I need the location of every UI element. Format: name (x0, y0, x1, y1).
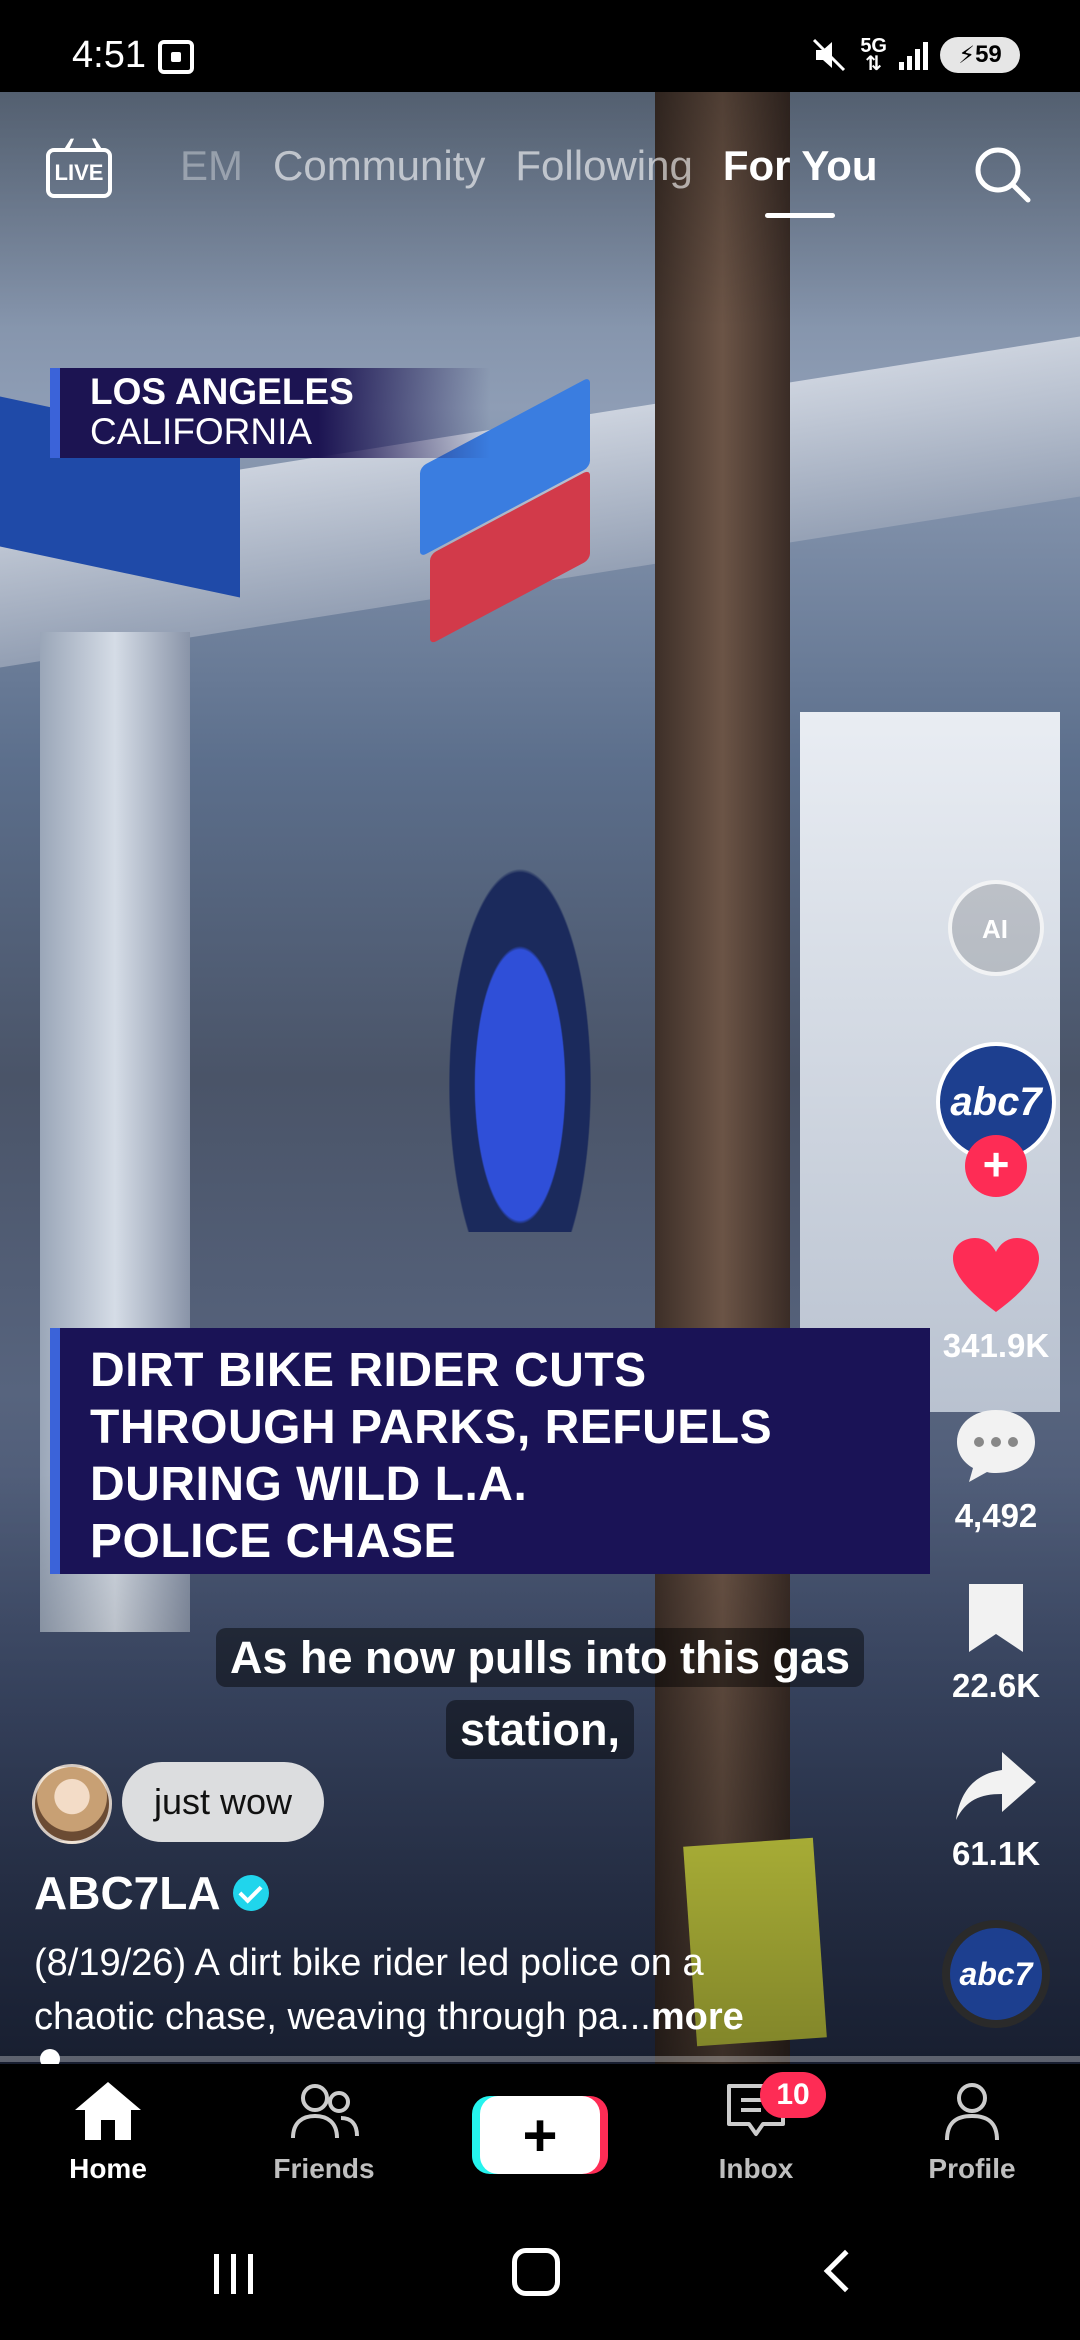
comment-count: 4,492 (954, 1497, 1038, 1534)
description-line-2: chaotic chase, weaving through pa... (34, 1996, 651, 2038)
like-button[interactable]: 341.9K (936, 1236, 1056, 1365)
search-icon[interactable] (970, 142, 1034, 206)
more-link[interactable]: more (651, 1996, 744, 2038)
inbox-badge: 10 (760, 2072, 826, 2118)
nav-friends-label: Friends (273, 2153, 375, 2184)
tab-em[interactable]: EM (180, 142, 243, 190)
signal-icon (899, 40, 928, 70)
comment-icon (957, 1410, 1035, 1482)
bottom-nav: Home Friends + Inbox Profile (0, 2064, 1080, 2204)
nav-home[interactable]: Home (33, 2080, 183, 2185)
tab-for-you[interactable]: For You (723, 142, 878, 218)
follow-plus-icon[interactable]: + (965, 1135, 1027, 1197)
comment-button[interactable]: 4,492 (936, 1406, 1056, 1535)
status-time: 4:51 (72, 34, 146, 76)
share-icon (956, 1752, 1036, 1820)
bookmark-icon (969, 1584, 1023, 1652)
headline-line: THROUGH PARKS, REFUELS (90, 1401, 773, 1454)
tab-following[interactable]: Following (515, 142, 692, 190)
nav-inbox-label: Inbox (718, 2153, 794, 2184)
headline-line: POLICE CHASE (90, 1515, 457, 1568)
comment-bubble[interactable]: just wow (122, 1762, 325, 1842)
nav-home-label: Home (69, 2153, 147, 2184)
save-button[interactable]: 22.6K (936, 1580, 1056, 1705)
status-bar: 4:51 5G ⇅ ⚡ 59 (0, 0, 1080, 92)
status-icons: 5G ⇅ ⚡ 59 (810, 36, 1020, 74)
mute-icon (813, 38, 846, 72)
share-count: 61.1K (951, 1835, 1041, 1872)
author-row[interactable]: ABC7LA (34, 1866, 269, 1920)
caption-line-1: As he now pulls into this gas (190, 1628, 890, 1687)
network-5g-icon: 5G ⇅ (860, 35, 887, 75)
video-description[interactable]: (8/19/26) A dirt bike rider led police o… (34, 1936, 854, 2044)
top-nav: LIVE EM Community Following For You (0, 92, 1080, 242)
location-lower-third: LOS ANGELES CALIFORNIA (50, 368, 490, 458)
ai-icon[interactable] (948, 880, 1044, 976)
video-progress-bar[interactable] (0, 2056, 1080, 2062)
feed-tabs: EM Community Following For You (180, 142, 878, 218)
system-home-icon[interactable] (512, 2248, 560, 2296)
nav-friends[interactable]: Friends (249, 2080, 399, 2185)
author-name[interactable]: ABC7LA (34, 1866, 221, 1920)
battery-icon: ⚡ 59 (940, 37, 1020, 73)
friends-icon (291, 2084, 359, 2139)
home-icon (75, 2082, 141, 2140)
description-line-1: (8/19/26) A dirt bike rider led police o… (34, 1942, 704, 1984)
headline-line: DURING WILD L.A. (90, 1458, 528, 1511)
location-state: CALIFORNIA (90, 411, 313, 452)
system-nav-bar (0, 2204, 1080, 2340)
nav-profile[interactable]: Profile (897, 2080, 1047, 2185)
recents-icon[interactable] (214, 2254, 253, 2294)
sound-disc[interactable]: abc7 (942, 1920, 1050, 2028)
share-button[interactable]: 61.1K (936, 1748, 1056, 1873)
headline-line: DIRT BIKE RIDER CUTS (90, 1344, 647, 1397)
headline-lower-third: DIRT BIKE RIDER CUTS THROUGH PARKS, REFU… (50, 1328, 930, 1574)
location-city: LOS ANGELES (90, 371, 354, 412)
live-icon[interactable]: LIVE (46, 148, 112, 198)
tab-community[interactable]: Community (273, 142, 485, 190)
caption-line-2: station, (190, 1700, 890, 1759)
heart-icon (953, 1238, 1039, 1312)
create-button[interactable]: + (480, 2096, 600, 2174)
profile-icon (945, 2083, 999, 2141)
verified-icon (232, 1875, 269, 1911)
screenshot-icon (158, 40, 194, 74)
back-icon[interactable] (823, 2249, 867, 2293)
nav-profile-label: Profile (928, 2153, 1016, 2184)
save-count: 22.6K (951, 1667, 1041, 1704)
commenter-avatar[interactable] (32, 1764, 112, 1844)
like-count: 341.9K (942, 1327, 1050, 1364)
